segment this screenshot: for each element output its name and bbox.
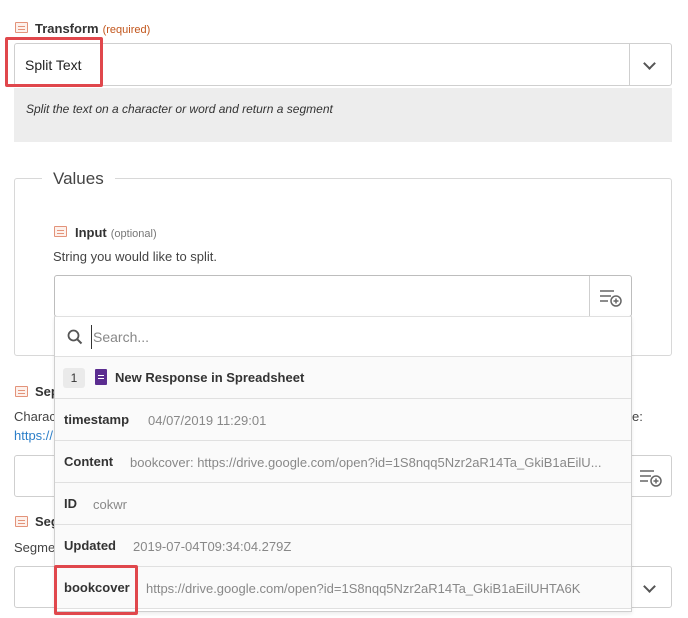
search-icon [67,329,83,345]
insert-data-icon [600,290,622,307]
optional-tag: (optional) [110,228,157,240]
chevron-down-icon [643,580,656,593]
insert-data-icon [640,470,662,487]
option-value: 2019-07-04T09:34:04.279Z [133,539,292,554]
option-key: Content [64,454,114,469]
separator-help-link[interactable]: https:// [14,428,53,443]
step-number-badge: 1 [63,368,85,388]
insert-data-dropdown: 1 New Response in Spreadsheet timestamp … [54,316,632,612]
separator-help-text: Charac [14,409,56,424]
input-help-text: String you would like to split. [53,249,218,264]
insert-data-button[interactable] [589,276,631,316]
values-legend: Values [42,169,115,189]
transform-field-icon [15,22,28,33]
segment-field-icon [15,516,28,527]
required-tag: (required) [102,24,151,36]
option-key: ID [64,496,77,511]
transform-description: Split the text on a character or word an… [14,88,672,142]
input-label: Input (optional) [75,225,157,240]
option-content[interactable]: Content bookcover: https://drive.google.… [55,441,631,483]
segment-help-text: Segme [14,540,56,555]
option-value: cokwr [93,497,127,512]
option-id[interactable]: ID cokwr [55,483,631,525]
option-key: Updated [64,538,116,553]
highlight-box [5,37,103,87]
transform-select[interactable]: Split Text [14,43,672,86]
option-value: 04/07/2019 11:29:01 [148,413,267,428]
option-key: timestamp [64,412,130,427]
option-updated[interactable]: Updated 2019-07-04T09:34:04.279Z [55,525,631,567]
step-title: New Response in Spreadsheet [115,370,305,385]
search-row [55,317,631,357]
input-field[interactable] [54,275,632,317]
transform-dropdown-toggle[interactable] [629,44,671,85]
option-timestamp[interactable]: timestamp 04/07/2019 11:29:01 [55,399,631,441]
option-bookcover[interactable]: bookcover https://drive.google.com/open?… [55,567,631,609]
separator-insert-button[interactable] [629,456,671,496]
separator-field-icon [15,386,28,397]
segment-dropdown-toggle[interactable] [629,567,671,607]
option-value: https://drive.google.com/open?id=1S8nqq5… [146,581,581,596]
transform-label: Transform (required) [35,21,151,36]
search-input[interactable] [91,325,611,349]
google-sheets-icon [95,369,107,385]
option-value: bookcover: https://drive.google.com/open… [130,455,602,470]
chevron-down-icon [643,57,656,70]
highlight-box [54,565,138,615]
step-header[interactable]: 1 New Response in Spreadsheet [55,357,631,399]
separator-help-text-end: e: [632,409,643,424]
input-field-icon [54,226,67,237]
